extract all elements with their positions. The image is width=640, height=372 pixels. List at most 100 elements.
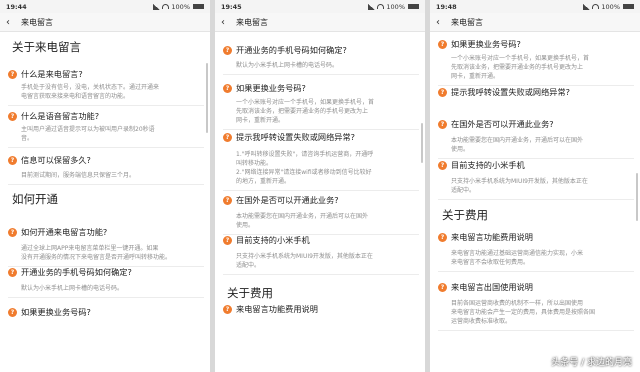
status-bar: 19:48 100%: [430, 0, 640, 13]
question-text: 来电留言功能费用说明: [451, 232, 533, 242]
status-time: 19:48: [436, 2, 457, 11]
question-text: 开通业务的手机号码如何确定?: [236, 45, 347, 55]
question-text: 开通业务的手机号码如何确定?: [21, 267, 132, 277]
screen-1: 19:44 100% ‹ 来电留言 关于来电留言? 什么是来电留言? 手机处于没有信号，没电…: [0, 0, 210, 372]
status-icons: 100%: [583, 3, 634, 11]
faq-answer: 一个小米账号对应一个手机号，如果更换手机号，首 先取消该业务，把需要开通业务的手机…: [215, 98, 425, 125]
question-text: 目前支持的小米手机: [451, 160, 525, 170]
faq-answer: 1."呼叫转移设置失败"，请咨询手机运营商，开通呼 叫转移功能。 2."网络连接异常…: [215, 150, 425, 186]
battery-icon: [193, 4, 204, 9]
question-text: 在国外是否可以开通此业务?: [236, 195, 339, 205]
status-icons: 100%: [153, 3, 204, 11]
faq-question[interactable]: ? 来电留言功能费用说明: [215, 304, 425, 315]
faq-answer: 默认为小米手机上网卡槽的电话号码。: [215, 61, 425, 70]
faq-answer: 手机处于没有信号，没电，关机状态下。通过开通来 电留言获取来接来电和语音留言的功能…: [0, 83, 210, 101]
faq-question[interactable]: ? 如果更换业务号码?: [430, 39, 640, 50]
faq-question[interactable]: ? 开通业务的手机号码如何确定?: [0, 267, 210, 278]
signal-icon: [153, 3, 161, 10]
faq-answer: 目前测试期间，服务端信息只保留三个月。: [0, 171, 210, 180]
question-text: 提示我呼转设置失败或网络异常?: [236, 132, 355, 142]
question-text: 如果更换业务号码?: [451, 39, 521, 49]
question-text: 什么是语音留言功能?: [21, 111, 100, 121]
question-icon: ?: [438, 233, 447, 242]
answer-line: 只支持小米手机系统为MIUI9开发版，其他版本正在: [451, 178, 588, 185]
answer-line: 默认为小米手机上网卡槽的电话号码。: [236, 62, 339, 69]
faq-question[interactable]: ? 如果更换业务号码?: [0, 307, 210, 318]
back-arrow-icon[interactable]: ‹: [221, 17, 233, 28]
answer-line: 1."呼叫转移设置失败"，请咨询手机运营商，开通呼: [236, 151, 374, 158]
faq-question[interactable]: ? 什么是来电留言?: [0, 69, 210, 80]
question-icon: ?: [8, 70, 17, 79]
status-bar: 19:44 100%: [0, 0, 210, 13]
question-icon: ?: [8, 112, 17, 121]
question-text: 目前支持的小米手机: [236, 235, 310, 245]
divider: [8, 184, 204, 185]
faq-content[interactable]: ? 如果更换业务号码? 一个小米账号对应一个手机号，如果更换手机号，首 先取消该业务，…: [430, 33, 640, 372]
question-text: 什么是来电留言?: [21, 69, 83, 79]
answer-line: 先取消该业务，把需要开通业务的手机号更改为上: [236, 108, 369, 115]
battery-icon: [408, 4, 419, 9]
page-title: 来电留言: [236, 17, 268, 27]
battery-icon: [623, 4, 634, 9]
page-title: 来电留言: [451, 17, 483, 27]
faq-question[interactable]: ? 提示我呼转设置失败或网络异常?: [430, 87, 640, 98]
question-text: 信息可以保留多久?: [21, 155, 91, 165]
faq-question[interactable]: ? 什么是语音留言功能?: [0, 111, 210, 122]
faq-question[interactable]: ? 如果更换业务号码?: [215, 83, 425, 94]
faq-answer: 目前各国运营商收费的机制不一样，所以出国使用 来电留言功能会产生一定的费用，具体费…: [430, 299, 640, 326]
question-icon: ?: [8, 228, 17, 237]
divider: [438, 85, 634, 86]
answer-line: 本功能需要您在国内开通业务，开通后可以在国外: [236, 213, 369, 220]
divider: [438, 330, 634, 331]
divider: [8, 297, 204, 298]
divider: [438, 199, 634, 200]
answer-line: 电留言获取来接来电和语音留言的功能。: [21, 93, 130, 100]
section-heading: 如何开通: [12, 192, 58, 206]
faq-answer: 默认为小米手机上网卡槽的电话号码。: [0, 284, 210, 293]
wifi-icon: [592, 4, 600, 9]
title-bar: ‹ 来电留言: [0, 13, 210, 32]
answer-line: 没有开通服务的情况下来电留言是否开通呼叫转移功能。: [21, 254, 172, 261]
divider: [438, 158, 634, 159]
question-icon: ?: [223, 84, 232, 93]
section-heading: 关于费用: [227, 286, 273, 300]
faq-content[interactable]: ? 开通业务的手机号码如何确定? 默认为小米手机上网卡槽的电话号码。? 如果更换业务号…: [215, 33, 425, 372]
question-text: 如果更换业务号码?: [21, 307, 91, 317]
divider: [223, 129, 419, 130]
faq-question[interactable]: ? 在国外是否可以开通此业务?: [430, 119, 640, 130]
answer-line: 叫转移功能。: [236, 160, 273, 167]
answer-line: 使用。: [451, 146, 470, 153]
answer-line: 来电留言功能通过基础运营商通信能力实现，小米: [451, 250, 584, 257]
screen-2: 19:45 100% ‹ 来电留言? 开通业务的手机号码如何确定? 默认为小米手机上网卡槽…: [215, 0, 425, 372]
faq-question[interactable]: ? 提示我呼转设置失败或网络异常?: [215, 132, 425, 143]
divider: [223, 74, 419, 75]
faq-question[interactable]: ? 目前支持的小米手机: [430, 160, 640, 171]
question-icon: ?: [438, 161, 447, 170]
faq-question[interactable]: ? 如何开通来电留言功能?: [0, 227, 210, 238]
answer-line: 来电留言不会收取任何费用。: [451, 259, 530, 266]
scrollbar[interactable]: [636, 173, 638, 221]
back-arrow-icon[interactable]: ‹: [6, 17, 18, 28]
faq-question[interactable]: ? 信息可以保留多久?: [0, 155, 210, 166]
faq-question[interactable]: ? 来电留言出国使用说明: [430, 282, 640, 293]
scrollbar[interactable]: [206, 63, 208, 133]
faq-question[interactable]: ? 目前支持的小米手机: [215, 235, 425, 246]
question-text: 如果更换业务号码?: [236, 83, 306, 93]
scrollbar[interactable]: [421, 123, 423, 163]
faq-question[interactable]: ? 开通业务的手机号码如何确定?: [215, 45, 425, 56]
question-icon: ?: [8, 156, 17, 165]
section-heading: 关于费用: [442, 208, 488, 222]
question-icon: ?: [438, 120, 447, 129]
faq-question[interactable]: ? 来电留言功能费用说明: [430, 232, 640, 243]
faq-content[interactable]: 关于来电留言? 什么是来电留言? 手机处于没有信号，没电，关机状态下。通过开通来 电留…: [0, 33, 210, 372]
battery-percent: 100%: [171, 2, 190, 11]
faq-question[interactable]: ? 在国外是否可以开通此业务?: [215, 195, 425, 206]
page-title: 来电留言: [21, 17, 53, 27]
faq-answer: 本功能需要您在国内开通业务，开通后可以在国外 使用。: [215, 212, 425, 230]
divider: [438, 271, 634, 272]
back-arrow-icon[interactable]: ‹: [436, 17, 448, 28]
question-text: 在国外是否可以开通此业务?: [451, 119, 554, 129]
wifi-icon: [377, 4, 385, 9]
question-icon: ?: [223, 305, 232, 314]
battery-percent: 100%: [386, 2, 405, 11]
